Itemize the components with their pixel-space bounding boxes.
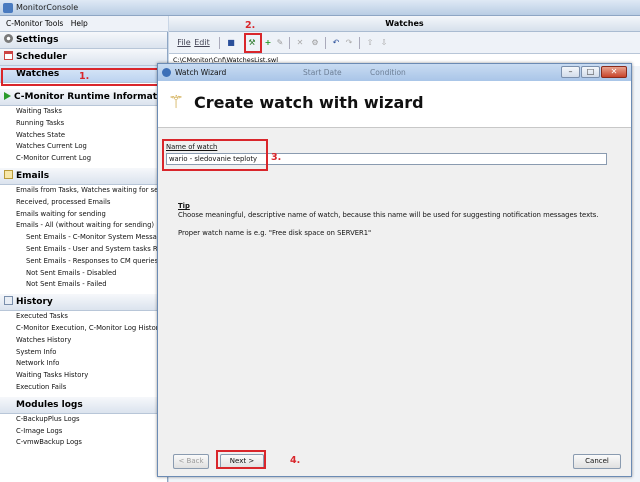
watch-wizard-dialog: Watch Wizard Start Date Condition – □ ✕ … [157, 63, 632, 477]
wizard-window-icon [162, 68, 171, 77]
sidebar-item-emails-received[interactable]: Received, processed Emails [0, 197, 167, 209]
sidebar-emails-header[interactable]: Emails [0, 167, 167, 185]
annotation-step-3: 3. [271, 152, 282, 163]
wizard-header: ⚚ Create watch with wizard [158, 81, 631, 128]
sidebar-runtime-header[interactable]: C-Monitor Runtime Information's [0, 89, 167, 106]
sidebar-item-execution-fails[interactable]: Execution Fails [0, 382, 167, 394]
sidebar-item-waiting-tasks-history[interactable]: Waiting Tasks History [0, 370, 167, 382]
annotation-step-1: 1. [79, 71, 90, 82]
sidebar-settings[interactable]: Settings [0, 32, 167, 49]
sidebar-item-watches-history[interactable]: Watches History [0, 335, 167, 347]
tip-text: Choose meaningful, descriptive name of w… [178, 211, 599, 219]
minimize-button[interactable]: – [561, 66, 580, 78]
sidebar-item-running-tasks[interactable]: Running Tasks [0, 118, 167, 130]
play-icon [4, 92, 11, 100]
sidebar-item-network-info[interactable]: Network Info [0, 358, 167, 370]
sidebar-item-waiting-tasks[interactable]: Waiting Tasks [0, 106, 167, 118]
sidebar-history-header[interactable]: History [0, 294, 167, 312]
move-down-icon[interactable]: ⇩ [379, 36, 389, 50]
settings-icon[interactable]: ⚙ [310, 36, 320, 50]
edit-icon[interactable]: ✎ [275, 36, 285, 50]
sidebar-item-execution-log-history[interactable]: C-Monitor Execution, C-Monitor Log Histo… [0, 323, 167, 335]
annotation-step-4: 4. [290, 455, 301, 466]
main-header: Watches [169, 16, 640, 32]
app-title: MonitorConsole [16, 3, 79, 12]
redo-icon[interactable]: ↷ [344, 36, 354, 50]
move-up-icon[interactable]: ⇧ [365, 36, 375, 50]
menu-help[interactable]: Help [71, 19, 88, 28]
wizard-window-title: Watch Wizard [175, 68, 227, 77]
menu-cmonitor-tools[interactable]: C-Monitor Tools [6, 19, 63, 28]
sidebar-item-sent-system[interactable]: Sent Emails - C-Monitor System Messages [0, 232, 167, 244]
sidebar-item-cvmwbackup-logs[interactable]: C-vmwBackup Logs [0, 437, 167, 449]
annotation-box-wizard-button [244, 33, 262, 53]
add-icon[interactable]: + [263, 36, 273, 50]
tip-example: Proper watch name is e.g. "Free disk spa… [178, 229, 372, 237]
cancel-button[interactable]: Cancel [573, 454, 621, 469]
sidebar-item-emails-waiting-sending[interactable]: Emails waiting for sending [0, 209, 167, 221]
toolbar-separator [219, 37, 220, 49]
sidebar-item-cmonitor-current-log[interactable]: C-Monitor Current Log [0, 153, 167, 165]
delete-icon[interactable]: ✕ [295, 36, 305, 50]
sidebar: Settings Scheduler Watches C-Monitor Run… [0, 32, 168, 482]
toolbar-separator [325, 37, 326, 49]
toolbar-separator [359, 37, 360, 49]
main-toolbar: File Edit ■ ⚒ + ✎ ✕ ⚙ ↶ ↷ ⇧ ⇩ [169, 32, 640, 54]
back-button[interactable]: < Back [173, 454, 209, 469]
wizard-titlebar: Watch Wizard Start Date Condition – □ ✕ [158, 64, 631, 81]
sidebar-item-watches-state[interactable]: Watches State [0, 130, 167, 142]
toolbar-file-menu[interactable]: File [177, 36, 191, 50]
envelope-icon [4, 169, 13, 179]
sidebar-item-emails-waiting[interactable]: Emails from Tasks, Watches waiting for s… [0, 185, 167, 197]
annotation-box-next-button [216, 450, 266, 469]
close-button[interactable]: ✕ [601, 66, 627, 78]
sidebar-item-sent-responses[interactable]: Sent Emails - Responses to CM queries [0, 256, 167, 268]
save-icon[interactable]: ■ [225, 36, 237, 50]
toolbar-edit-menu[interactable]: Edit [194, 36, 210, 50]
magic-wand-icon: ⚚ [168, 92, 185, 113]
wizard-column-hint-start-date: Start Date [303, 68, 342, 77]
gear-icon [4, 34, 13, 43]
sidebar-modules-header[interactable]: Modules logs [0, 396, 167, 414]
sidebar-item-cbackupplus-logs[interactable]: C-BackupPlus Logs [0, 414, 167, 426]
calendar-icon [4, 51, 13, 60]
maximize-button[interactable]: □ [581, 66, 600, 78]
sidebar-item-emails-all[interactable]: Emails - All (without waiting for sendin… [0, 220, 167, 232]
wizard-heading: Create watch with wizard [194, 93, 424, 112]
sidebar-item-system-info[interactable]: System Info [0, 347, 167, 359]
app-titlebar: MonitorConsole [0, 0, 640, 16]
sidebar-item-not-sent-disabled[interactable]: Not Sent Emails - Disabled [0, 268, 167, 280]
wizard-column-hint-condition: Condition [370, 68, 406, 77]
sidebar-item-executed-tasks[interactable]: Executed Tasks [0, 311, 167, 323]
menu-bar: C-Monitor Tools Help [0, 16, 168, 32]
app-icon [3, 3, 13, 13]
annotation-box-name-field [162, 139, 268, 171]
undo-icon[interactable]: ↶ [331, 36, 341, 50]
sidebar-item-not-sent-failed[interactable]: Not Sent Emails - Failed [0, 279, 167, 291]
history-icon [4, 296, 13, 306]
sidebar-item-sent-user[interactable]: Sent Emails - User and System tasks Resu… [0, 244, 167, 256]
toolbar-separator [289, 37, 290, 49]
sidebar-scheduler[interactable]: Scheduler [0, 49, 167, 66]
annotation-step-2: 2. [245, 20, 256, 31]
sidebar-item-cimage-logs[interactable]: C-Image Logs [0, 426, 167, 438]
sidebar-item-watches-current-log[interactable]: Watches Current Log [0, 141, 167, 153]
tip-title: Tip [178, 202, 190, 210]
